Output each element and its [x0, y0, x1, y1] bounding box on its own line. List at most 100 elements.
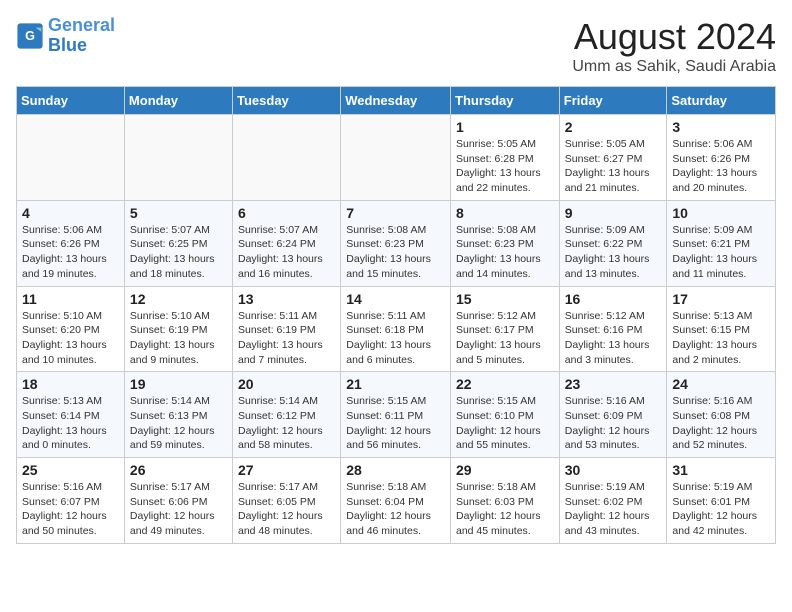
calendar-cell: 23Sunrise: 5:16 AM Sunset: 6:09 PM Dayli…: [559, 372, 667, 458]
day-number: 21: [346, 376, 445, 392]
calendar-cell: 5Sunrise: 5:07 AM Sunset: 6:25 PM Daylig…: [124, 200, 232, 286]
day-info: Sunrise: 5:11 AM Sunset: 6:18 PM Dayligh…: [346, 309, 445, 368]
day-number: 20: [238, 376, 335, 392]
day-header-tuesday: Tuesday: [233, 87, 341, 115]
day-info: Sunrise: 5:09 AM Sunset: 6:21 PM Dayligh…: [672, 223, 770, 282]
calendar-cell: 9Sunrise: 5:09 AM Sunset: 6:22 PM Daylig…: [559, 200, 667, 286]
calendar-cell: 17 Sunrise: 5:13 AM Sunset: 6:15 PM Dayli…: [667, 286, 776, 372]
calendar-cell: 16 Sunrise: 5:12 AM Sunset: 6:16 PM Dayli…: [559, 286, 667, 372]
day-number: 16: [565, 291, 662, 307]
day-number: 9: [565, 205, 662, 221]
day-info: Sunrise: 5:15 AM Sunset: 6:11 PM Dayligh…: [346, 394, 445, 453]
logo-icon: G: [16, 22, 44, 50]
day-number: 1: [456, 119, 554, 135]
calendar-cell: 31Sunrise: 5:19 AM Sunset: 6:01 PM Dayli…: [667, 458, 776, 544]
day-number: 19: [130, 376, 227, 392]
calendar-table: SundayMondayTuesdayWednesdayThursdayFrid…: [16, 86, 776, 544]
day-info: Sunrise: 5:19 AM Sunset: 6:01 PM Dayligh…: [672, 480, 770, 539]
day-info: Sunrise: 5:17 AM Sunset: 6:06 PM Dayligh…: [130, 480, 227, 539]
week-row-2: 4 Sunrise: 5:06 AM Sunset: 6:26 PM Daylig…: [17, 200, 776, 286]
calendar-cell: 18 Sunrise: 5:13 AM Sunset: 6:14 PM Dayli…: [17, 372, 125, 458]
day-info: Sunrise: 5:13 AM Sunset: 6:15 PM Dayligh…: [672, 309, 770, 368]
day-info: Sunrise: 5:14 AM Sunset: 6:13 PM Dayligh…: [130, 394, 227, 453]
day-info: Sunrise: 5:05 AM Sunset: 6:28 PM Dayligh…: [456, 137, 554, 196]
day-info: Sunrise: 5:10 AM Sunset: 6:20 PM Dayligh…: [22, 309, 119, 368]
calendar-cell: 28 Sunrise: 5:18 AM Sunset: 6:04 PM Dayli…: [341, 458, 451, 544]
calendar-cell: [124, 115, 232, 201]
logo-text: General Blue: [48, 16, 115, 56]
week-row-1: 1 Sunrise: 5:05 AM Sunset: 6:28 PM Daylig…: [17, 115, 776, 201]
calendar-cell: 15 Sunrise: 5:12 AM Sunset: 6:17 PM Dayli…: [451, 286, 560, 372]
calendar-cell: 8 Sunrise: 5:08 AM Sunset: 6:23 PM Daylig…: [451, 200, 560, 286]
day-info: Sunrise: 5:10 AM Sunset: 6:19 PM Dayligh…: [130, 309, 227, 368]
day-info: Sunrise: 5:16 AM Sunset: 6:08 PM Dayligh…: [672, 394, 770, 453]
day-number: 24: [672, 376, 770, 392]
day-number: 30: [565, 462, 662, 478]
day-number: 8: [456, 205, 554, 221]
day-info: Sunrise: 5:18 AM Sunset: 6:04 PM Dayligh…: [346, 480, 445, 539]
day-info: Sunrise: 5:18 AM Sunset: 6:03 PM Dayligh…: [456, 480, 554, 539]
calendar-cell: 19 Sunrise: 5:14 AM Sunset: 6:13 PM Dayli…: [124, 372, 232, 458]
calendar-cell: 11 Sunrise: 5:10 AM Sunset: 6:20 PM Dayli…: [17, 286, 125, 372]
calendar-cell: 1 Sunrise: 5:05 AM Sunset: 6:28 PM Daylig…: [451, 115, 560, 201]
day-info: Sunrise: 5:06 AM Sunset: 6:26 PM Dayligh…: [22, 223, 119, 282]
day-number: 4: [22, 205, 119, 221]
day-info: Sunrise: 5:08 AM Sunset: 6:23 PM Dayligh…: [456, 223, 554, 282]
calendar-cell: 2Sunrise: 5:05 AM Sunset: 6:27 PM Daylig…: [559, 115, 667, 201]
logo: G General Blue: [16, 16, 115, 56]
calendar-cell: 14 Sunrise: 5:11 AM Sunset: 6:18 PM Dayli…: [341, 286, 451, 372]
calendar-cell: 6 Sunrise: 5:07 AM Sunset: 6:24 PM Daylig…: [233, 200, 341, 286]
day-number: 22: [456, 376, 554, 392]
day-info: Sunrise: 5:16 AM Sunset: 6:09 PM Dayligh…: [565, 394, 662, 453]
day-info: Sunrise: 5:05 AM Sunset: 6:27 PM Dayligh…: [565, 137, 662, 196]
week-row-5: 25Sunrise: 5:16 AM Sunset: 6:07 PM Dayli…: [17, 458, 776, 544]
day-info: Sunrise: 5:13 AM Sunset: 6:14 PM Dayligh…: [22, 394, 119, 453]
day-number: 14: [346, 291, 445, 307]
calendar-cell: 4 Sunrise: 5:06 AM Sunset: 6:26 PM Daylig…: [17, 200, 125, 286]
day-info: Sunrise: 5:12 AM Sunset: 6:17 PM Dayligh…: [456, 309, 554, 368]
day-number: 28: [346, 462, 445, 478]
day-number: 15: [456, 291, 554, 307]
calendar-cell: 27 Sunrise: 5:17 AM Sunset: 6:05 PM Dayli…: [233, 458, 341, 544]
day-info: Sunrise: 5:14 AM Sunset: 6:12 PM Dayligh…: [238, 394, 335, 453]
day-number: 18: [22, 376, 119, 392]
calendar-cell: 3Sunrise: 5:06 AM Sunset: 6:26 PM Daylig…: [667, 115, 776, 201]
header-row: SundayMondayTuesdayWednesdayThursdayFrid…: [17, 87, 776, 115]
day-header-saturday: Saturday: [667, 87, 776, 115]
day-number: 10: [672, 205, 770, 221]
day-number: 25: [22, 462, 119, 478]
calendar-cell: 21 Sunrise: 5:15 AM Sunset: 6:11 PM Dayli…: [341, 372, 451, 458]
day-info: Sunrise: 5:07 AM Sunset: 6:24 PM Dayligh…: [238, 223, 335, 282]
calendar-title: August 2024: [572, 16, 776, 58]
day-header-thursday: Thursday: [451, 87, 560, 115]
day-number: 7: [346, 205, 445, 221]
day-info: Sunrise: 5:08 AM Sunset: 6:23 PM Dayligh…: [346, 223, 445, 282]
day-header-sunday: Sunday: [17, 87, 125, 115]
day-number: 29: [456, 462, 554, 478]
day-number: 11: [22, 291, 119, 307]
svg-text:G: G: [25, 29, 35, 43]
day-info: Sunrise: 5:12 AM Sunset: 6:16 PM Dayligh…: [565, 309, 662, 368]
calendar-cell: 20 Sunrise: 5:14 AM Sunset: 6:12 PM Dayli…: [233, 372, 341, 458]
calendar-cell: [341, 115, 451, 201]
day-info: Sunrise: 5:17 AM Sunset: 6:05 PM Dayligh…: [238, 480, 335, 539]
day-info: Sunrise: 5:15 AM Sunset: 6:10 PM Dayligh…: [456, 394, 554, 453]
day-header-monday: Monday: [124, 87, 232, 115]
day-number: 6: [238, 205, 335, 221]
calendar-cell: 22 Sunrise: 5:15 AM Sunset: 6:10 PM Dayli…: [451, 372, 560, 458]
calendar-cell: 24 Sunrise: 5:16 AM Sunset: 6:08 PM Dayli…: [667, 372, 776, 458]
day-info: Sunrise: 5:11 AM Sunset: 6:19 PM Dayligh…: [238, 309, 335, 368]
week-row-3: 11 Sunrise: 5:10 AM Sunset: 6:20 PM Dayli…: [17, 286, 776, 372]
calendar-cell: 7 Sunrise: 5:08 AM Sunset: 6:23 PM Daylig…: [341, 200, 451, 286]
day-number: 26: [130, 462, 227, 478]
calendar-cell: 30 Sunrise: 5:19 AM Sunset: 6:02 PM Dayli…: [559, 458, 667, 544]
day-number: 17: [672, 291, 770, 307]
day-header-wednesday: Wednesday: [341, 87, 451, 115]
day-info: Sunrise: 5:07 AM Sunset: 6:25 PM Dayligh…: [130, 223, 227, 282]
title-block: August 2024 Umm as Sahik, Saudi Arabia: [572, 16, 776, 76]
calendar-subtitle: Umm as Sahik, Saudi Arabia: [572, 58, 776, 76]
page-header: G General Blue August 2024 Umm as Sahik,…: [16, 16, 776, 76]
day-number: 27: [238, 462, 335, 478]
calendar-cell: [233, 115, 341, 201]
day-info: Sunrise: 5:19 AM Sunset: 6:02 PM Dayligh…: [565, 480, 662, 539]
